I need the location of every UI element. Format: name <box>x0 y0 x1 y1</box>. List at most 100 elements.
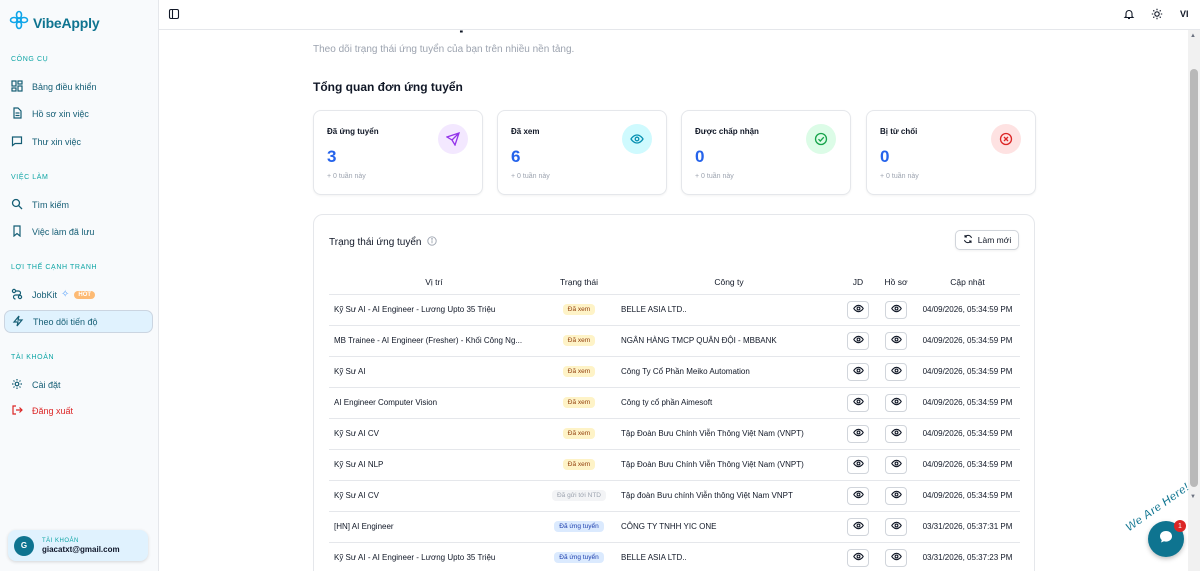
status-badge: Đã xem <box>562 304 596 315</box>
eye-icon <box>852 303 864 316</box>
language-switcher[interactable]: VI <box>1180 9 1189 19</box>
view-resume-button[interactable] <box>885 548 907 567</box>
overview-title: Tổng quan đơn ứng tuyển <box>313 80 463 94</box>
table-row: [HN] AI Engineer Đã ứng tuyển CÔNG TY TNHH… <box>329 511 1020 543</box>
stat-card-accepted: Được chấp nhận 0 + 0 tuần này <box>681 110 851 195</box>
eye-icon <box>852 551 864 564</box>
cell-position: AI Engineer Computer Vision <box>329 387 539 419</box>
sidebar-item-label: Đăng xuất <box>32 405 74 416</box>
refresh-label: Làm mới <box>977 235 1012 245</box>
view-resume-button[interactable] <box>885 393 907 412</box>
sidebar: VibeApply Công cụ Bảng điều khiển Hồ sơ … <box>0 0 159 571</box>
cell-position: Kỹ Sư AI CV <box>329 480 539 512</box>
sidebar-item-label: JobKit <box>32 289 58 300</box>
cell-updated: 04/09/2026, 05:34:59 PM <box>915 325 1020 357</box>
cell-updated: 04/09/2026, 05:34:59 PM <box>915 480 1020 512</box>
cell-resume <box>877 511 915 543</box>
eye-icon <box>852 334 864 347</box>
cell-updated: 04/09/2026, 05:34:59 PM <box>915 387 1020 419</box>
eye-icon <box>890 334 902 347</box>
sidebar-item-jobkit[interactable]: JobKit ✧ HOT <box>4 283 153 306</box>
view-jd-button[interactable] <box>847 424 869 443</box>
view-jd-button[interactable] <box>847 393 869 412</box>
main-content: Theo dõi tiến độ Theo dõi trạng thái ứng… <box>159 0 1188 571</box>
sidebar-toggle-icon[interactable] <box>168 8 180 20</box>
message-icon <box>11 135 23 149</box>
column-header-resume: Hồ sơ <box>877 270 915 295</box>
view-jd-button[interactable] <box>847 331 869 350</box>
sidebar-item-resume[interactable]: Hồ sơ xin việc <box>4 102 153 125</box>
view-resume-button[interactable] <box>885 331 907 350</box>
sidebar-item-search[interactable]: Tìm kiếm <box>4 193 153 216</box>
bell-icon[interactable] <box>1123 8 1135 20</box>
sidebar-item-cover-letter[interactable]: Thư xin việc <box>4 130 153 153</box>
table-row: AI Engineer Computer Vision Đã xem Công ty… <box>329 387 1020 419</box>
scrollbar-thumb[interactable] <box>1190 69 1198 487</box>
view-jd-button[interactable] <box>847 548 869 567</box>
cell-position: Kỹ Sư AI - AI Engineer - Lương Upto 35 T… <box>329 542 539 571</box>
view-jd-button[interactable] <box>847 362 869 381</box>
cell-resume <box>877 480 915 512</box>
cell-company: NGÂN HÀNG TMCP QUÂN ĐỘI - MBBANK <box>619 325 839 357</box>
sidebar-item-logout[interactable]: Đăng xuất <box>4 399 153 422</box>
section-label-advantage: Lợi thế cạnh tranh <box>11 264 98 271</box>
scroll-up-icon[interactable]: ▲ <box>1190 33 1196 39</box>
search-icon <box>11 198 23 212</box>
view-jd-button[interactable] <box>847 486 869 505</box>
view-jd-button[interactable] <box>847 517 869 536</box>
cell-resume <box>877 325 915 357</box>
eye-icon <box>852 365 864 378</box>
eye-icon <box>890 365 902 378</box>
view-jd-button[interactable] <box>847 300 869 319</box>
view-resume-button[interactable] <box>885 362 907 381</box>
cell-position: Kỹ Sư AI <box>329 356 539 388</box>
cell-resume <box>877 418 915 450</box>
refresh-icon <box>963 234 973 246</box>
table-row: Kỹ Sư AI CV Đã xem Tập Đoàn Bưu Chính Viễn… <box>329 418 1020 450</box>
table-row: Kỹ Sư AI NLP Đã xem Tập Đoàn Bưu Chính Viễ… <box>329 449 1020 481</box>
status-badge: Đã gửi tới NTD <box>551 490 606 501</box>
stat-value: 0 <box>880 147 890 166</box>
view-resume-button[interactable] <box>885 455 907 474</box>
table-row: Kỹ Sư AI - AI Engineer - Lương Upto 35 T… <box>329 542 1020 571</box>
sun-icon[interactable] <box>1151 8 1163 20</box>
table-row: MB Trainee - AI Engineer (Fresher) - Khố… <box>329 325 1020 357</box>
sidebar-item-progress[interactable]: Theo dõi tiến độ <box>4 310 153 333</box>
refresh-button[interactable]: Làm mới <box>955 230 1019 250</box>
cell-company: Tập Đoàn Bưu Chính Viễn Thông Việt Nam (… <box>619 418 839 450</box>
eye-icon <box>890 427 902 440</box>
sidebar-item-settings[interactable]: Cài đặt <box>4 373 153 396</box>
cell-jd <box>839 542 877 571</box>
info-icon[interactable] <box>426 236 437 249</box>
sidebar-item-dashboard[interactable]: Bảng điều khiển <box>4 75 153 98</box>
account-card[interactable]: G Tài khoản giacatxt@gmail.com <box>8 530 148 561</box>
app-name: VibeApply <box>33 14 100 31</box>
bolt-icon <box>12 315 24 329</box>
sidebar-item-label: Theo dõi tiến độ <box>33 316 98 327</box>
cell-company: BELLE ASIA LTD.. <box>619 542 839 571</box>
cell-company: Tập đoàn Bưu chính Viễn thông Việt Nam V… <box>619 480 839 512</box>
chat-bubble-icon <box>1158 529 1174 550</box>
section-label-account: Tài khoản <box>11 354 55 361</box>
view-resume-button[interactable] <box>885 517 907 536</box>
view-resume-button[interactable] <box>885 486 907 505</box>
document-icon <box>11 106 23 121</box>
cell-status: Đã ứng tuyển <box>539 511 619 543</box>
cell-company: BELLE ASIA LTD.. <box>619 294 839 326</box>
stat-card-rejected: Bị từ chối 0 + 0 tuần này <box>866 110 1036 195</box>
account-label: Tài khoản <box>42 537 79 544</box>
hot-badge: HOT <box>74 290 96 299</box>
sidebar-item-saved-jobs[interactable]: Việc làm đã lưu <box>4 220 153 243</box>
cell-company: Tập Đoàn Bưu Chính Viễn Thông Việt Nam (… <box>619 449 839 481</box>
send-icon <box>438 124 468 154</box>
scroll-down-icon[interactable]: ▼ <box>1190 494 1196 500</box>
table-header-row: Vị trí Trạng thái Công ty JD Hồ sơ Cập n… <box>329 270 1020 295</box>
sidebar-item-label: Bảng điều khiển <box>32 81 97 92</box>
cell-company: CÔNG TY TNHH YIC ONE <box>619 511 839 543</box>
app-logo[interactable]: VibeApply <box>9 10 100 35</box>
view-resume-button[interactable] <box>885 424 907 443</box>
view-resume-button[interactable] <box>885 300 907 319</box>
x-circle-icon <box>991 124 1021 154</box>
status-table: Vị trí Trạng thái Công ty JD Hồ sơ Cập n… <box>329 270 1020 571</box>
view-jd-button[interactable] <box>847 455 869 474</box>
